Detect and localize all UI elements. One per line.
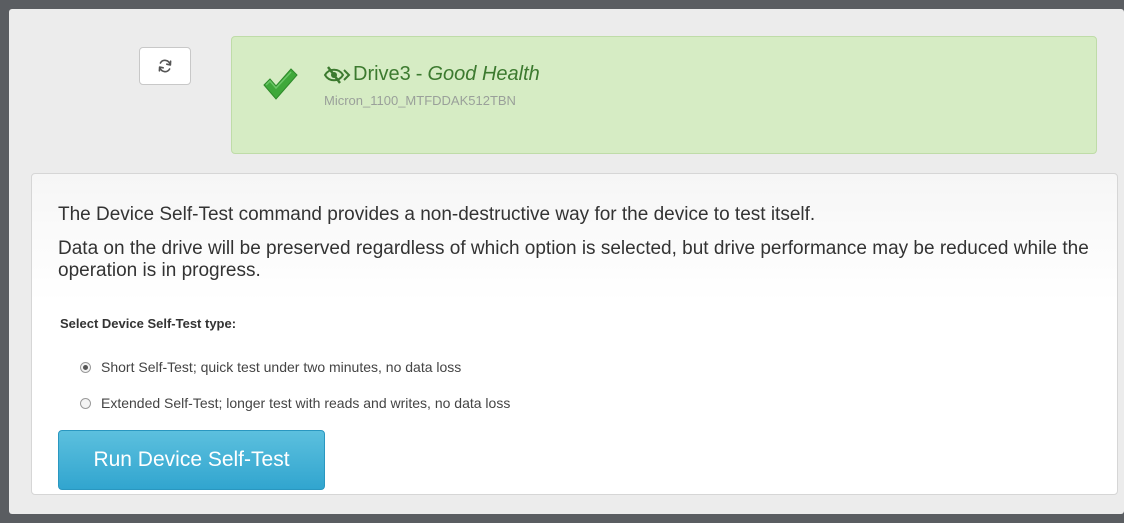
short-self-test-option[interactable]: Short Self-Test; quick test under two mi… bbox=[80, 359, 461, 375]
drive-name: Drive3 bbox=[353, 63, 411, 85]
extended-self-test-radio[interactable] bbox=[80, 397, 91, 409]
short-self-test-label: Short Self-Test; quick test under two mi… bbox=[101, 359, 462, 375]
short-self-test-radio[interactable] bbox=[80, 361, 91, 373]
window-frame: Drive3 - Good Health Micron_1100_MTFDDAK… bbox=[0, 0, 1124, 523]
self-test-panel: The Device Self-Test command provides a … bbox=[31, 173, 1118, 495]
drive-panel: Drive3 - Good Health Micron_1100_MTFDDAK… bbox=[9, 9, 1124, 514]
description-note: Data on the drive will be preserved rega… bbox=[58, 238, 1089, 281]
check-icon bbox=[263, 68, 298, 100]
refresh-icon bbox=[158, 59, 172, 73]
description-text: The Device Self-Test command provides a … bbox=[58, 204, 816, 225]
extended-self-test-option[interactable]: Extended Self-Test; longer test with rea… bbox=[80, 395, 510, 411]
drive-status-alert: Drive3 - Good Health Micron_1100_MTFDDAK… bbox=[231, 36, 1097, 154]
drive-title: Drive3 - Good Health bbox=[323, 63, 540, 86]
self-test-type-label: Select Device Self-Test type: bbox=[60, 316, 237, 331]
health-status: Good Health bbox=[427, 63, 540, 85]
drive-model: Micron_1100_MTFDDAK512TBN bbox=[324, 93, 516, 108]
extended-self-test-label: Extended Self-Test; longer test with rea… bbox=[101, 395, 511, 411]
eye-slash-icon bbox=[323, 65, 351, 84]
run-self-test-button[interactable]: Run Device Self-Test bbox=[58, 430, 325, 490]
title-separator: - bbox=[415, 63, 423, 85]
refresh-button[interactable] bbox=[139, 47, 191, 85]
